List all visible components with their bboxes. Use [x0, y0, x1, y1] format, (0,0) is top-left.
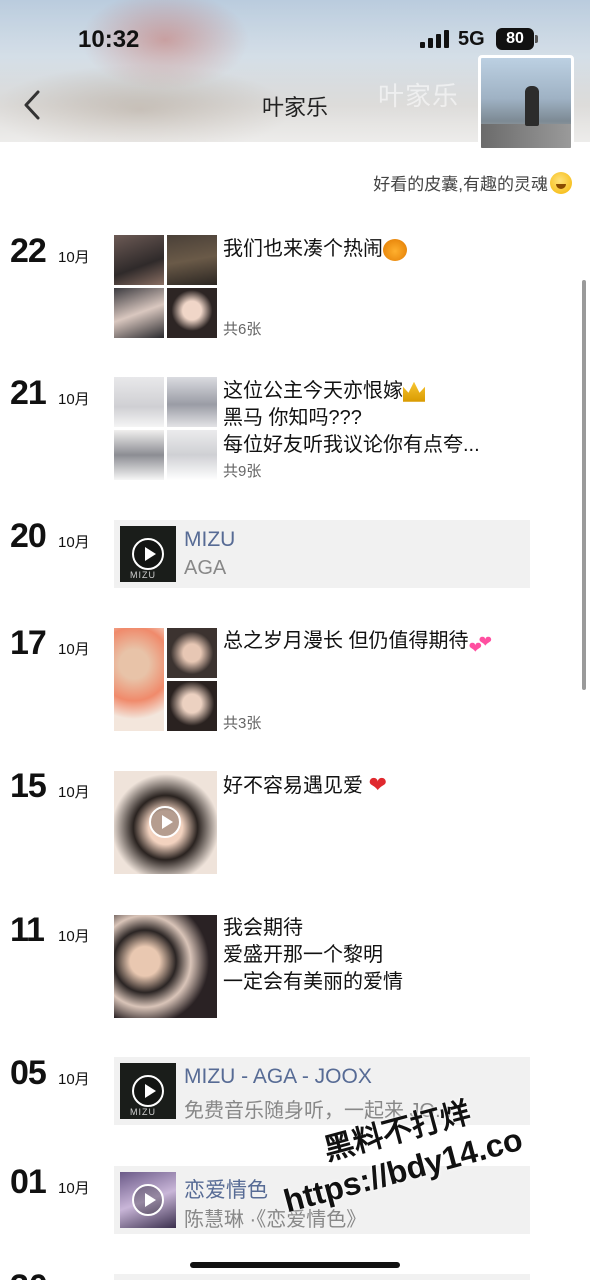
music-cover[interactable]: MIZU: [120, 1063, 176, 1119]
cover-name: 叶家乐: [378, 81, 460, 111]
photo-grid[interactable]: [114, 377, 217, 480]
music-title: 恋爱情色: [184, 1179, 268, 1202]
video-thumb[interactable]: [114, 771, 217, 874]
photo-thumb[interactable]: [114, 430, 164, 480]
post-line: 爱盛开那一个黎明: [223, 944, 383, 966]
photo-thumb[interactable]: [167, 681, 217, 731]
cover-label: MIZU: [130, 1107, 156, 1117]
signal-icon: [420, 30, 450, 48]
post-day: 20: [10, 517, 47, 555]
post-line: 一定会有美丽的爱情: [223, 971, 403, 993]
photo-thumb[interactable]: [167, 628, 217, 678]
pumpkin-emoji: [383, 238, 407, 261]
status-time: 10:32: [78, 26, 140, 53]
photo-count: 共3张: [223, 715, 262, 732]
photo-thumb[interactable]: [114, 288, 164, 338]
post-line: 好不容易遇见爱: [223, 775, 363, 797]
grinning-tongue-emoji: [550, 171, 572, 194]
photo-thumb[interactable]: [167, 288, 217, 338]
play-icon[interactable]: [149, 806, 181, 838]
photo-thumb[interactable]: [114, 377, 164, 427]
post-month: 10月: [58, 391, 90, 408]
photo-grid[interactable]: [114, 915, 217, 1018]
music-cover[interactable]: [120, 1172, 176, 1228]
cover-label: MIZU: [130, 570, 156, 580]
music-subtitle: AGA: [184, 557, 227, 579]
photo-thumb[interactable]: [167, 235, 217, 285]
post-day: 30: [10, 1268, 48, 1280]
post-text: 我们也来凑个热闹: [223, 236, 553, 263]
post-line: 每位好友听我议论你有点夸...: [223, 434, 480, 456]
photo-thumb[interactable]: [114, 915, 217, 1018]
photo-thumb[interactable]: [114, 235, 164, 285]
post-line: 我们也来凑个热闹: [223, 238, 383, 260]
post-month: 10月: [58, 928, 90, 945]
avatar[interactable]: [478, 55, 574, 151]
post-text: 我会期待 爱盛开那一个黎明 一定会有美丽的爱情: [223, 915, 553, 996]
back-icon[interactable]: [18, 88, 48, 122]
scrollbar[interactable]: [582, 280, 586, 690]
post-text: 总之岁月漫长 但仍值得期待: [223, 628, 553, 655]
post-month: 10月: [58, 784, 90, 801]
post-month: 10月: [58, 1071, 90, 1088]
play-icon[interactable]: [132, 1184, 164, 1216]
music-cover[interactable]: MIZU: [120, 526, 176, 582]
photo-count: 共9张: [223, 463, 262, 480]
post-day: 17: [10, 624, 47, 662]
avatar-figure: [525, 86, 539, 126]
network-type: 5G: [458, 28, 485, 50]
post-day: 05: [10, 1054, 47, 1092]
post-text: 这位公主今天亦恨嫁 黑马 你知吗??? 每位好友听我议论你有点夸...: [223, 378, 553, 459]
music-title: MIZU: [184, 528, 236, 551]
post-line: 我会期待: [223, 917, 303, 939]
post-text: 好不容易遇见爱 ❤: [223, 771, 553, 800]
photo-thumb[interactable]: [114, 628, 164, 731]
home-indicator[interactable]: [190, 1262, 400, 1268]
two-hearts-emoji: [469, 629, 495, 655]
play-icon[interactable]: [132, 538, 164, 570]
music-card[interactable]: MIZU MIZU AGA: [114, 520, 530, 588]
post-line: 总之岁月漫长 但仍值得期待: [223, 630, 469, 652]
post-day: 15: [10, 767, 47, 805]
photo-grid[interactable]: [114, 628, 217, 731]
photo-count: 共6张: [223, 321, 262, 338]
battery-tip: [535, 35, 538, 43]
post-month: 10月: [58, 534, 90, 551]
post-day: 01: [10, 1163, 47, 1201]
post-month: 10月: [58, 249, 90, 266]
play-icon[interactable]: [132, 1075, 164, 1107]
crown-emoji: [403, 381, 425, 402]
avatar-road: [481, 124, 571, 148]
post-month: 10月: [58, 1180, 90, 1197]
post-line: 黑马 你知吗???: [223, 407, 362, 429]
post-month: 10月: [58, 641, 90, 658]
music-title: MIZU - AGA - JOOX: [184, 1065, 372, 1088]
photo-thumb[interactable]: [167, 430, 217, 480]
photo-thumb[interactable]: [167, 377, 217, 427]
signature-text: 好看的皮囊,有趣的灵魂: [373, 175, 548, 194]
page-title: 叶家乐: [261, 95, 328, 120]
music-subtitle: 陈慧琳 ·《恋爱情色》: [184, 1209, 367, 1231]
music-card[interactable]: [114, 1274, 530, 1280]
post-day: 11: [10, 911, 45, 949]
post-day: 21: [10, 374, 47, 412]
post-line: 这位公主今天亦恨嫁: [223, 380, 403, 402]
post-day: 22: [10, 232, 47, 270]
battery-icon: 80: [496, 28, 534, 50]
red-heart-emoji: ❤: [368, 772, 387, 797]
photo-grid[interactable]: [114, 235, 217, 338]
profile-signature: 好看的皮囊,有趣的灵魂: [373, 170, 572, 195]
